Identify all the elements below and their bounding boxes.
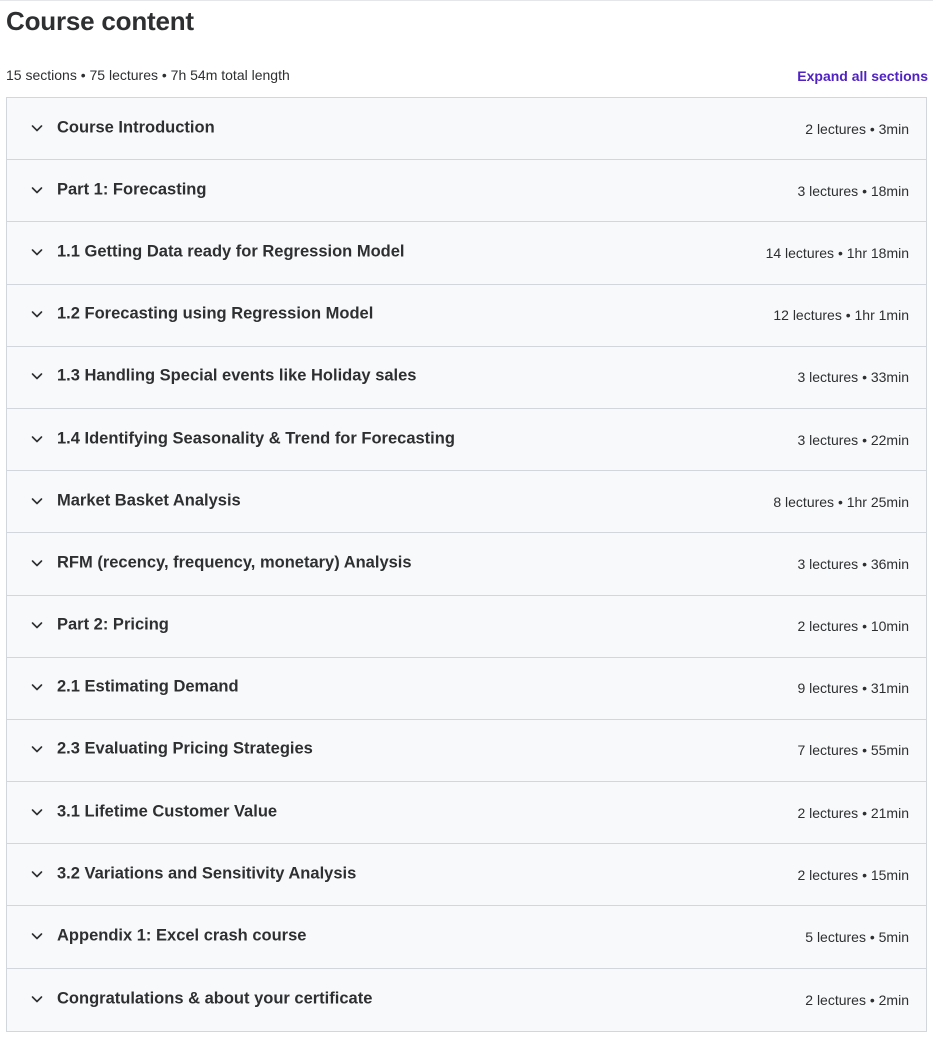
section-title: RFM (recency, frequency, monetary) Analy… (57, 553, 412, 572)
section-row[interactable]: 1.4 Identifying Seasonality & Trend for … (7, 408, 926, 472)
section-meta: 8 lectures • 1hr 25min (773, 493, 909, 510)
section-meta: 7 lectures • 55min (797, 742, 909, 759)
section-title: Market Basket Analysis (57, 491, 241, 510)
section-title: Appendix 1: Excel crash course (57, 926, 307, 945)
section-row[interactable]: RFM (recency, frequency, monetary) Analy… (7, 533, 926, 596)
section-row[interactable]: Course Introduction 2 lectures • 3min (7, 98, 926, 161)
section-meta: 3 lectures • 33min (797, 369, 909, 386)
section-meta: 5 lectures • 5min (805, 929, 909, 946)
section-title: 1.3 Handling Special events like Holiday… (57, 366, 417, 385)
section-meta: 9 lectures • 31min (797, 680, 909, 697)
expand-all-sections-button[interactable]: Expand all sections (797, 65, 928, 87)
section-title: 1.4 Identifying Seasonality & Trend for … (57, 429, 455, 448)
section-row[interactable]: 1.2 Forecasting using Regression Model 1… (7, 284, 926, 347)
section-title: 3.1 Lifetime Customer Value (57, 802, 278, 821)
section-title: Congratulations & about your certificate (57, 989, 373, 1008)
section-row[interactable]: Appendix 1: Excel crash course 5 lecture… (7, 906, 926, 969)
chevron-down-icon (30, 432, 44, 446)
section-meta: 2 lectures • 15min (797, 866, 909, 883)
section-list: Course Introduction 2 lectures • 3min Pa… (6, 97, 927, 1032)
section-meta: 3 lectures • 18min (797, 182, 909, 199)
chevron-down-icon (30, 742, 44, 756)
chevron-down-icon (30, 618, 44, 632)
section-title: 1.2 Forecasting using Regression Model (57, 304, 374, 323)
section-meta: 2 lectures • 2min (805, 991, 909, 1008)
chevron-down-icon (30, 183, 44, 197)
chevron-down-icon (30, 867, 44, 881)
section-title: 2.1 Estimating Demand (57, 677, 239, 696)
section-title: 3.2 Variations and Sensitivity Analysis (57, 864, 357, 883)
section-row[interactable]: 2.3 Evaluating Pricing Strategies 7 lect… (7, 719, 926, 783)
section-meta: 2 lectures • 10min (797, 618, 909, 635)
section-meta: 3 lectures • 36min (797, 555, 909, 572)
section-row[interactable]: Market Basket Analysis 8 lectures • 1hr … (7, 471, 926, 534)
course-summary-row: 15 sections • 75 lectures • 7h 54m total… (6, 64, 928, 86)
chevron-down-icon (30, 680, 44, 694)
page-title: Course content (6, 6, 194, 36)
section-title: 1.1 Getting Data ready for Regression Mo… (57, 242, 405, 261)
chevron-down-icon (30, 929, 44, 943)
section-title: Part 2: Pricing (57, 615, 169, 634)
chevron-down-icon (30, 369, 44, 383)
section-row[interactable]: Part 2: Pricing 2 lectures • 10min (7, 595, 926, 658)
course-summary: 15 sections • 75 lectures • 7h 54m total… (6, 67, 290, 83)
section-title: 2.3 Evaluating Pricing Strategies (57, 740, 313, 759)
section-row[interactable]: 1.1 Getting Data ready for Regression Mo… (7, 222, 926, 285)
section-row[interactable]: 3.2 Variations and Sensitivity Analysis … (7, 844, 926, 907)
section-row[interactable]: Congratulations & about your certificate… (7, 968, 926, 1031)
chevron-down-icon (30, 121, 44, 135)
section-meta: 2 lectures • 21min (797, 804, 909, 821)
chevron-down-icon (30, 494, 44, 508)
section-row[interactable]: 1.3 Handling Special events like Holiday… (7, 346, 926, 409)
section-meta: 2 lectures • 3min (805, 120, 909, 137)
chevron-down-icon (30, 805, 44, 819)
top-divider (0, 0, 933, 1)
chevron-down-icon (30, 556, 44, 570)
chevron-down-icon (30, 307, 44, 321)
section-title: Course Introduction (57, 118, 215, 137)
chevron-down-icon (30, 245, 44, 259)
section-meta: 12 lectures • 1hr 1min (773, 307, 909, 324)
chevron-down-icon (30, 992, 44, 1006)
section-title: Part 1: Forecasting (57, 180, 207, 199)
section-meta: 3 lectures • 22min (797, 431, 909, 448)
section-meta: 14 lectures • 1hr 18min (765, 244, 909, 261)
section-row[interactable]: 3.1 Lifetime Customer Value 2 lectures •… (7, 782, 926, 845)
section-row[interactable]: 2.1 Estimating Demand 9 lectures • 31min (7, 657, 926, 720)
section-row[interactable]: Part 1: Forecasting 3 lectures • 18min (7, 160, 926, 223)
